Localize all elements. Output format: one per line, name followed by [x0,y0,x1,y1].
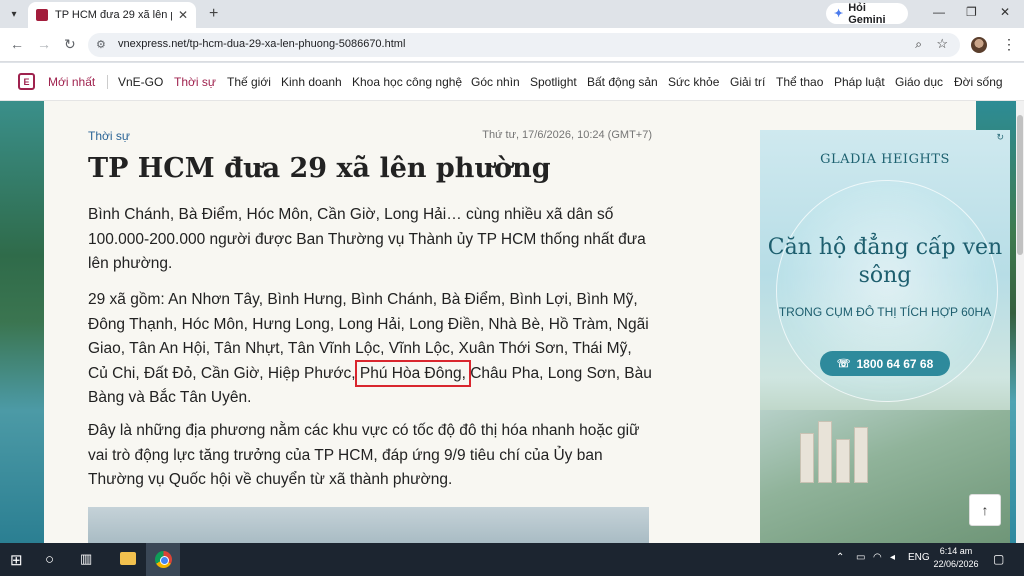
language-indicator[interactable]: ENG [908,552,930,563]
ad-building [854,427,868,483]
reload-icon[interactable]: ↻ [64,36,76,53]
nav-item-spotlight[interactable]: Spotlight [530,75,577,89]
nav-item-suc-khoe[interactable]: Sức khỏe [668,75,719,89]
file-explorer-icon[interactable] [120,552,136,565]
vnexpress-logo-icon[interactable]: E [18,73,35,90]
nav-item-goc-nhin[interactable]: Góc nhìn [471,75,520,89]
ad-subtitle: TRONG CỤM ĐÔ THỊ TÍCH HỢP 60HA [778,305,992,319]
nav-item-doi-song[interactable]: Đời sống [954,75,1003,89]
ad-building [818,421,832,483]
nav-item-giao-duc[interactable]: Giáo dục [895,75,943,89]
taskbar-clock[interactable]: 6:14 am 22/06/2026 [928,545,984,571]
nav-item-giai-tri[interactable]: Giải trí [730,75,765,89]
profile-avatar[interactable] [971,37,987,53]
ad-phone-button[interactable]: ☏ 1800 64 67 68 [820,351,950,376]
phone-icon: ☏ [836,358,851,370]
gemini-spark-icon: ✦ [834,8,844,20]
network-icon[interactable]: ▭ [856,552,865,563]
ad-brand: GLADIA HEIGHTS [820,152,950,167]
nav-item-the-thao[interactable]: Thể thao [776,75,823,89]
back-arrow-icon[interactable]: ← [10,36,24,52]
clock-time: 6:14 am [939,546,973,556]
nav-item-bat-dong-san[interactable]: Bất động sản [587,75,658,89]
article-container: Thời sự Thứ tư, 17/6/2026, 10:24 (GMT+7)… [44,101,1010,543]
windows-start-icon[interactable]: ⊞ [10,551,23,569]
gemini-button[interactable]: ✦ Hỏi Gemini [826,1,908,26]
tab-title: TP HCM đưa 29 xã lên phường [55,9,172,21]
forward-arrow-icon[interactable]: → [37,36,51,52]
gemini-label: Hỏi Gemini [848,1,886,26]
task-view-icon[interactable]: ▥ [80,551,92,567]
browser-toolbar: ← → ↻ ⚙ vnexpress.net/tp-hcm-dua-29-xa-l… [0,28,1024,62]
highlighted-phu-hoa-dong: Phú Hòa Đông, [354,359,471,387]
nav-item-kinh-doanh[interactable]: Kinh doanh [281,75,342,89]
search-icon[interactable]: ○ [45,551,54,568]
page-scrollbar[interactable] [1016,101,1024,543]
browser-menu-icon[interactable]: ⋮ [1002,36,1016,53]
volume-icon[interactable]: ◂ [890,552,895,563]
scrollbar-thumb[interactable] [1017,115,1023,255]
address-bar[interactable]: ⚙ vnexpress.net/tp-hcm-dua-29-xa-len-phu… [88,33,960,57]
notification-icon[interactable]: ▢ [993,552,1004,566]
sidebar-ad[interactable]: ↻ GLADIA HEIGHTS Căn hộ đẳng cấp ven sôn… [760,130,1010,543]
close-window-icon[interactable]: ✕ [1000,5,1010,19]
article-paragraph-list: 29 xã gồm: An Nhơn Tây, Bình Hưng, Bình … [88,288,654,411]
nav-item-vne-go[interactable]: VnE-GO [118,75,163,89]
nav-item-thoi-su[interactable]: Thời sự [174,75,216,89]
ad-building [800,433,814,483]
page-background: Thời sự Thứ tư, 17/6/2026, 10:24 (GMT+7)… [0,101,1024,543]
article-image[interactable] [88,507,649,543]
nav-divider [107,75,108,89]
ad-info-icon[interactable]: ↻ [996,132,1004,143]
nav-item-the-gioi[interactable]: Thế giới [227,75,271,89]
nav-item-moi-nhat[interactable]: Mới nhất [48,75,95,89]
ad-tagline: Căn hộ đẳng cấp ven sông [767,235,1003,288]
chrome-taskbar-button[interactable] [146,543,180,576]
article-lead: Bình Chánh, Bà Điểm, Hóc Môn, Cần Giờ, L… [88,206,646,272]
wifi-icon[interactable]: ◠ [873,552,882,563]
site-info-icon[interactable]: ⚙ [96,38,106,51]
bookmark-star-icon[interactable]: ☆ [936,36,948,52]
clock-date: 22/06/2026 [933,559,979,569]
ad-building [836,439,850,483]
minimize-window-icon[interactable]: — [933,5,945,19]
browser-tab-strip: ▾ TP HCM đưa 29 xã lên phường ✕ + ✦ Hỏi … [0,0,1024,28]
article-paragraph-3: Đây là những địa phương nằm các khu vực … [88,422,640,488]
site-navigation: E Mới nhất VnE-GO Thời sự Thế giới Kinh … [0,63,1024,101]
article-category[interactable]: Thời sự [88,129,130,143]
active-tab[interactable]: TP HCM đưa 29 xã lên phường ✕ [28,2,196,28]
tray-chevron-icon[interactable]: ⌃ [836,552,844,563]
article-date: Thứ tư, 17/6/2026, 10:24 (GMT+7) [482,129,652,141]
nav-item-khoa-hoc-cong-nghe[interactable]: Khoa học công nghệ [352,75,462,89]
close-tab-icon[interactable]: ✕ [178,8,188,22]
chrome-icon [155,551,172,568]
url-text[interactable]: vnexpress.net/tp-hcm-dua-29-xa-len-phuon… [118,38,405,50]
restore-window-icon[interactable]: ❐ [966,5,977,19]
nav-item-phap-luat[interactable]: Pháp luật [834,75,885,89]
zoom-icon[interactable]: ⌕ [915,37,922,52]
tab-search-chevron-icon[interactable]: ▾ [5,5,23,23]
background-ad-left[interactable] [0,101,44,543]
article-title: TP HCM đưa 29 xã lên phường [88,153,551,184]
site-favicon-icon [36,9,48,21]
scroll-to-top-button[interactable]: ↑ [969,494,1001,526]
new-tab-button[interactable]: + [209,5,218,23]
ad-phone-number: 1800 64 67 68 [856,356,934,371]
